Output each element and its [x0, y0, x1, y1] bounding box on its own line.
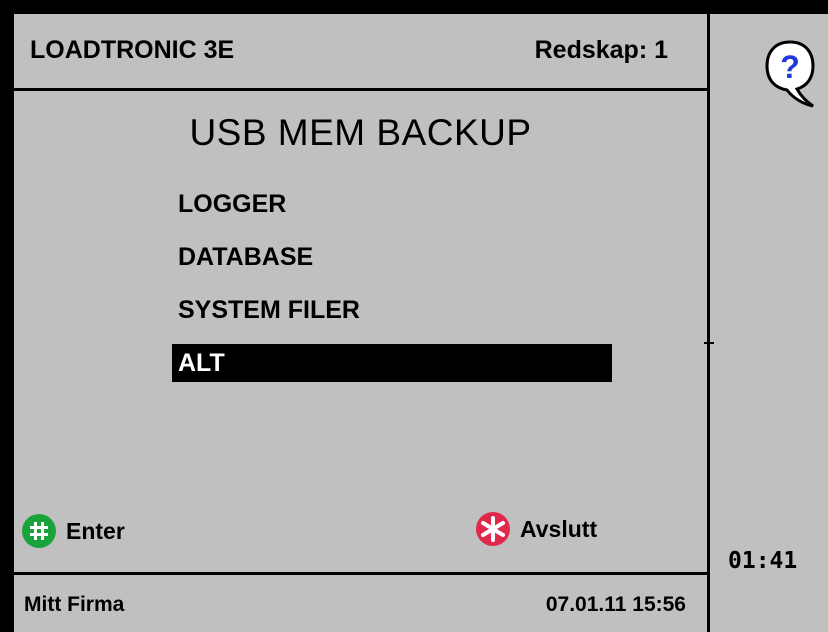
- menu-item-logger[interactable]: LOGGER: [178, 190, 286, 219]
- display-screen: LOADTRONIC 3E Redskap: 1 USB MEM BACKUP …: [0, 0, 828, 632]
- svg-text:?: ?: [780, 49, 800, 85]
- exit-button[interactable]: Avslutt: [476, 512, 597, 546]
- menu-item-system-filer[interactable]: SYSTEM FILER: [178, 296, 360, 325]
- clock-time: 01:41: [728, 548, 798, 574]
- tool-indicator: Redskap: 1: [534, 36, 668, 64]
- sidebar-tick: [704, 342, 714, 344]
- hash-icon: [22, 514, 56, 548]
- app-title: LOADTRONIC 3E: [30, 36, 235, 64]
- asterisk-icon: [476, 512, 510, 546]
- footer-datetime: 07.01.11 15:56: [545, 593, 686, 616]
- page-title: USB MEM BACKUP: [189, 112, 532, 153]
- header-divider: [14, 88, 707, 91]
- top-border: [0, 0, 828, 14]
- help-button[interactable]: ?: [765, 40, 815, 120]
- menu-item-database[interactable]: DATABASE: [178, 243, 313, 272]
- question-icon: ?: [765, 40, 815, 108]
- enter-label: Enter: [66, 517, 125, 544]
- enter-button[interactable]: Enter: [22, 514, 125, 548]
- exit-label: Avslutt: [520, 515, 598, 542]
- company-name: Mitt Firma: [24, 593, 125, 616]
- left-border: [0, 0, 14, 632]
- sidebar-divider: [707, 14, 710, 632]
- footer-divider: [14, 572, 707, 575]
- menu-item-alt[interactable]: ALT: [172, 344, 612, 382]
